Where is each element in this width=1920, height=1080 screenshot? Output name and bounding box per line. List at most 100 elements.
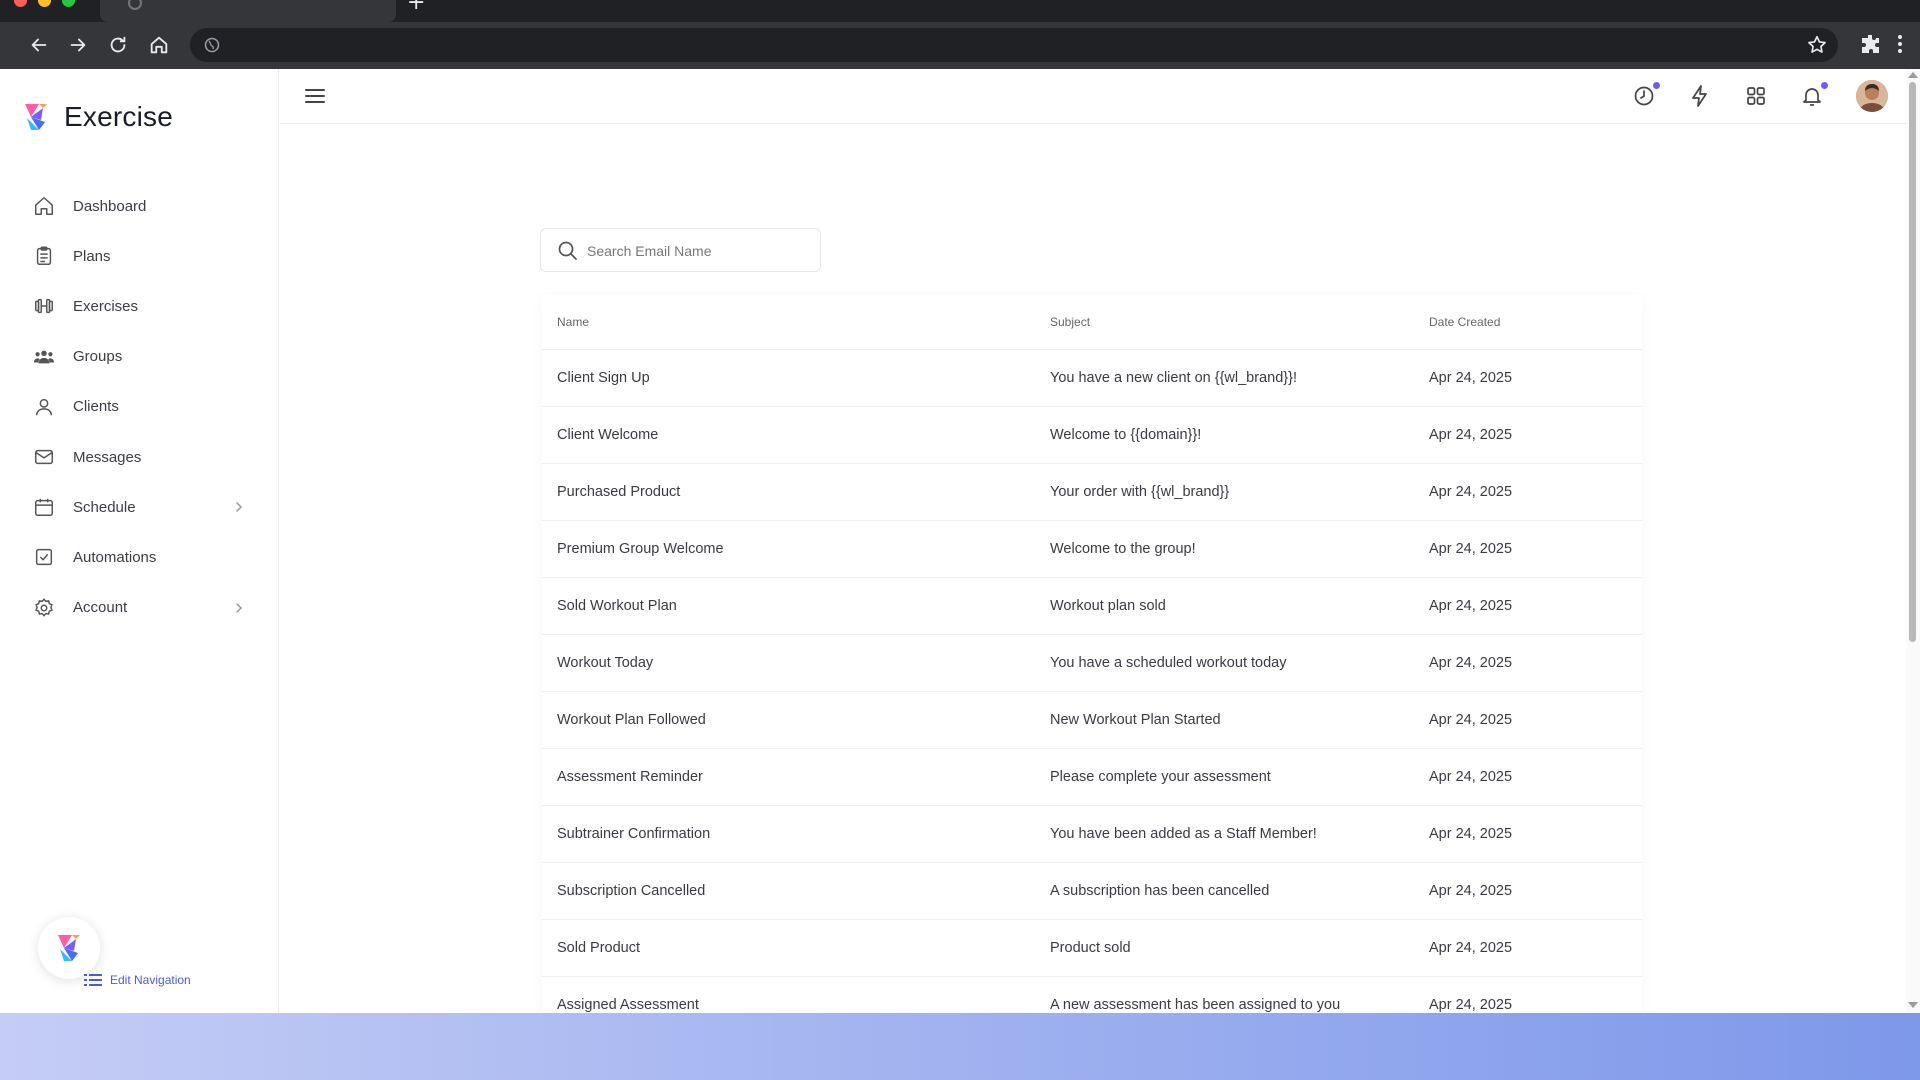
row-name: Workout Today — [542, 634, 1035, 692]
row-subject: Product sold — [1035, 919, 1414, 977]
hamburger-menu-icon[interactable] — [304, 86, 326, 106]
sidebar-item-label: Dashboard — [73, 197, 147, 215]
list-icon — [84, 974, 102, 986]
search-box — [540, 228, 821, 272]
logo-icon — [58, 935, 80, 961]
back-icon[interactable] — [26, 32, 52, 58]
apps-grid-icon[interactable] — [1744, 84, 1770, 110]
row-date: Apr 24, 2025 — [1414, 805, 1642, 863]
sidebar-item-plans[interactable]: Plans — [0, 231, 279, 281]
gear-icon — [32, 596, 56, 620]
close-window-button[interactable] — [14, 0, 27, 7]
column-header-name[interactable]: Name — [542, 295, 1035, 350]
table-row[interactable]: Client Sign Up You have a new client on … — [542, 349, 1642, 407]
table-row[interactable]: Workout Plan Followed New Workout Plan S… — [542, 691, 1642, 749]
row-name: Premium Group Welcome — [542, 520, 1035, 578]
column-header-date-created[interactable]: Date Created — [1414, 295, 1642, 350]
sidebar-item-schedule[interactable]: Schedule — [0, 482, 279, 532]
avatar[interactable] — [1856, 80, 1888, 112]
row-subject: Your order with {{wl_brand}} — [1035, 463, 1414, 521]
sidebar-item-label: Clients — [73, 398, 119, 416]
extensions-icon[interactable] — [1858, 32, 1882, 56]
scroll-up-arrow-icon[interactable] — [1908, 72, 1918, 78]
sidebar-item-automations[interactable]: Automations — [0, 532, 279, 582]
lightning-icon[interactable] — [1688, 84, 1714, 110]
row-date: Apr 24, 2025 — [1414, 520, 1642, 578]
row-subject: New Workout Plan Started — [1035, 691, 1414, 749]
sidebar-item-dashboard[interactable]: Dashboard — [0, 181, 279, 231]
row-name: Sold Product — [542, 919, 1035, 977]
chevron-right-icon[interactable] — [232, 498, 246, 516]
table-row[interactable]: Assigned Assessment A new assessment has… — [542, 976, 1642, 1015]
minimize-window-button[interactable] — [38, 0, 51, 7]
row-name: Subtrainer Confirmation — [542, 805, 1035, 863]
row-date: Apr 24, 2025 — [1414, 577, 1642, 635]
table-row[interactable]: Premium Group Welcome Welcome to the gro… — [542, 520, 1642, 578]
bell-icon[interactable] — [1800, 82, 1828, 110]
more-icon[interactable] — [1893, 32, 1907, 56]
sidebar-item-label: Plans — [73, 247, 111, 265]
dumbbell-icon — [32, 294, 56, 318]
browser-tab[interactable] — [100, 0, 396, 22]
row-name: Client Welcome — [542, 406, 1035, 464]
table-row[interactable]: Sold Workout Plan Workout plan sold Apr … — [542, 577, 1642, 635]
row-date: Apr 24, 2025 — [1414, 748, 1642, 806]
mail-icon — [32, 445, 56, 469]
notification-dot — [1821, 82, 1828, 89]
row-date: Apr 24, 2025 — [1414, 862, 1642, 920]
row-subject: You have been added as a Staff Member! — [1035, 805, 1414, 863]
brand-logo[interactable]: Exercise — [19, 100, 173, 134]
user-icon — [32, 395, 56, 419]
sidebar-item-messages[interactable]: Messages — [0, 432, 279, 482]
globe-icon — [204, 37, 220, 53]
brand-name: Exercise — [64, 101, 173, 132]
row-date: Apr 24, 2025 — [1414, 463, 1642, 521]
row-name: Workout Plan Followed — [542, 691, 1035, 749]
address-bar[interactable] — [190, 28, 1838, 62]
table-row[interactable]: Client Welcome Welcome to {{domain}}! Ap… — [542, 406, 1642, 464]
row-name: Client Sign Up — [542, 349, 1035, 407]
browser-tab-bar: + — [0, 0, 1920, 22]
row-subject: Welcome to the group! — [1035, 520, 1414, 578]
reload-icon[interactable] — [105, 32, 131, 58]
new-tab-icon[interactable]: + — [407, 0, 425, 14]
sidebar-item-account[interactable]: Account — [0, 583, 279, 633]
edit-navigation-label: Edit Navigation — [110, 973, 191, 987]
home-icon[interactable] — [146, 32, 172, 58]
browser-toolbar — [0, 22, 1920, 69]
sidebar-item-label: Automations — [73, 548, 157, 566]
chevron-right-icon[interactable] — [232, 599, 246, 617]
table-row[interactable]: Assessment Reminder Please complete your… — [542, 748, 1642, 806]
table-row[interactable]: Sold Product Product sold Apr 24, 2025 — [542, 919, 1642, 977]
star-icon[interactable] — [1806, 34, 1828, 56]
users-icon — [32, 345, 56, 369]
column-header-subject[interactable]: Subject — [1035, 295, 1414, 350]
row-subject: You have a new client on {{wl_brand}}! — [1035, 349, 1414, 407]
table-row[interactable]: Workout Today You have a scheduled worko… — [542, 634, 1642, 692]
sidebar-item-groups[interactable]: Groups — [0, 332, 279, 382]
edit-navigation-link[interactable]: Edit Navigation — [84, 973, 191, 987]
search-input[interactable] — [587, 238, 807, 264]
table-row[interactable]: Subscription Cancelled A subscription ha… — [542, 862, 1642, 920]
sidebar-item-clients[interactable]: Clients — [0, 382, 279, 432]
row-date: Apr 24, 2025 — [1414, 976, 1642, 1015]
app-logo-button[interactable] — [38, 917, 100, 979]
scrollbar-thumb[interactable] — [1909, 82, 1916, 642]
table-row[interactable]: Subtrainer Confirmation You have been ad… — [542, 805, 1642, 863]
forward-icon[interactable] — [65, 32, 91, 58]
row-date: Apr 24, 2025 — [1414, 406, 1642, 464]
maximize-window-button[interactable] — [62, 0, 75, 7]
user-avatar-icon — [1856, 80, 1888, 112]
history-icon[interactable] — [1632, 82, 1660, 110]
sidebar-item-exercises[interactable]: Exercises — [0, 281, 279, 331]
home-icon — [32, 194, 56, 218]
sidebar-item-label: Account — [73, 599, 128, 617]
row-date: Apr 24, 2025 — [1414, 919, 1642, 977]
calendar-icon — [32, 495, 56, 519]
table-row[interactable]: Purchased Product Your order with {{wl_b… — [542, 463, 1642, 521]
scroll-down-arrow-icon[interactable] — [1908, 1002, 1918, 1008]
table-header-row: Name Subject Date Created — [542, 295, 1642, 350]
row-subject: Workout plan sold — [1035, 577, 1414, 635]
row-name: Subscription Cancelled — [542, 862, 1035, 920]
sidebar: Exercise Dashboard Plans Exercises Group… — [0, 69, 279, 1013]
